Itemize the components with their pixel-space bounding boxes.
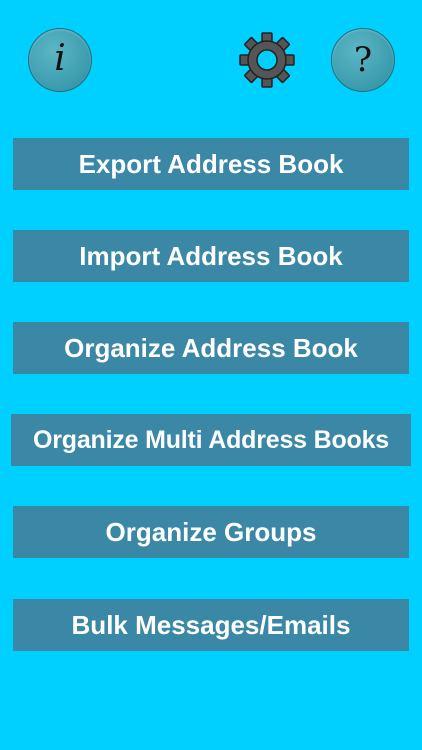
import-address-book-button[interactable]: Import Address Book — [13, 230, 409, 282]
info-button[interactable]: i — [28, 28, 92, 92]
info-icon: i — [54, 38, 66, 79]
organize-address-book-button[interactable]: Organize Address Book — [13, 322, 409, 374]
help-button[interactable]: ? — [331, 28, 395, 92]
bulk-messages-emails-button[interactable]: Bulk Messages/Emails — [13, 599, 409, 651]
organize-multi-address-books-button[interactable]: Organize Multi Address Books — [11, 414, 411, 466]
organize-groups-button[interactable]: Organize Groups — [13, 506, 409, 558]
gear-icon — [239, 32, 295, 88]
export-address-book-button[interactable]: Export Address Book — [13, 138, 409, 190]
help-icon: ? — [353, 39, 373, 80]
settings-button[interactable] — [239, 32, 295, 88]
